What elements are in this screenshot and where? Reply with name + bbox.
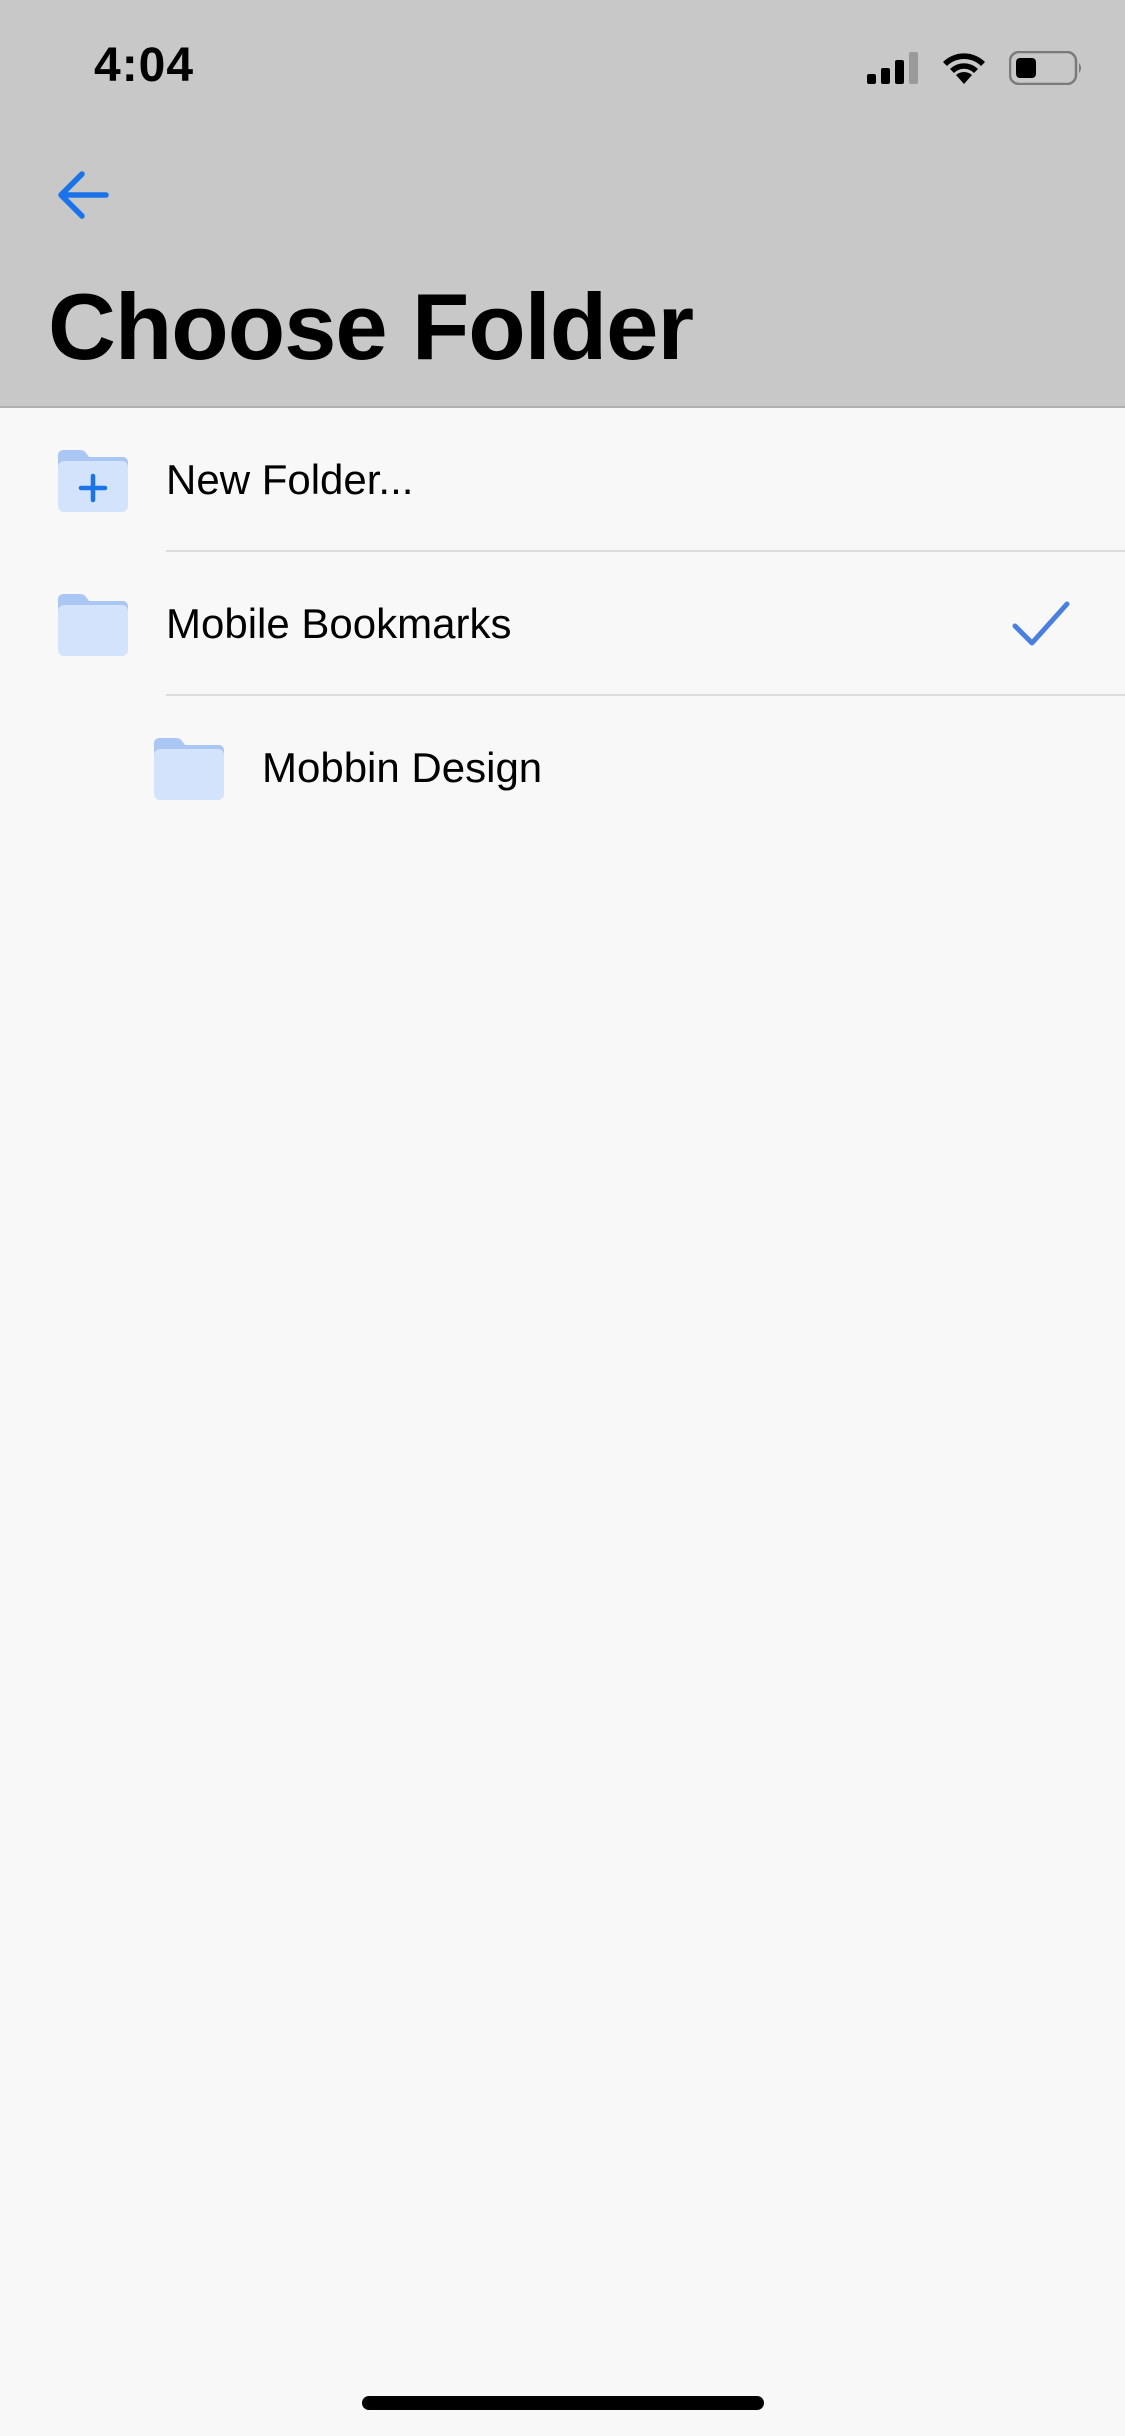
folder-label: Mobbin Design xyxy=(262,744,543,791)
status-icons xyxy=(867,48,1083,88)
folder-row-mobbin-design[interactable]: Mobbin Design xyxy=(0,696,1125,840)
new-folder-row[interactable]: New Folder... xyxy=(0,408,1125,552)
arrow-left-icon xyxy=(58,171,109,219)
page-title: Choose Folder xyxy=(48,274,694,379)
back-button[interactable] xyxy=(48,160,118,230)
folder-plus-icon xyxy=(58,450,128,512)
wifi-icon xyxy=(943,53,985,84)
folder-icon xyxy=(58,594,128,656)
folder-row-mobile-bookmarks[interactable]: Mobile Bookmarks xyxy=(0,552,1125,696)
checkmark-icon xyxy=(1012,601,1070,646)
header: 4:04 Choose Folder xyxy=(0,0,1125,408)
folder-icon xyxy=(154,738,224,800)
battery-icon xyxy=(1009,51,1081,85)
folder-label: Mobile Bookmarks xyxy=(166,600,512,647)
choose-folder-screen: 4:04 Choose Folder New Folder... Mobile … xyxy=(0,0,1125,2436)
home-indicator[interactable] xyxy=(362,2396,764,2410)
cellular-signal-icon xyxy=(867,52,918,84)
new-folder-label: New Folder... xyxy=(166,456,414,503)
folder-list: New Folder... Mobile Bookmarks Mobbin De… xyxy=(0,408,1125,840)
status-time: 4:04 xyxy=(94,39,195,92)
